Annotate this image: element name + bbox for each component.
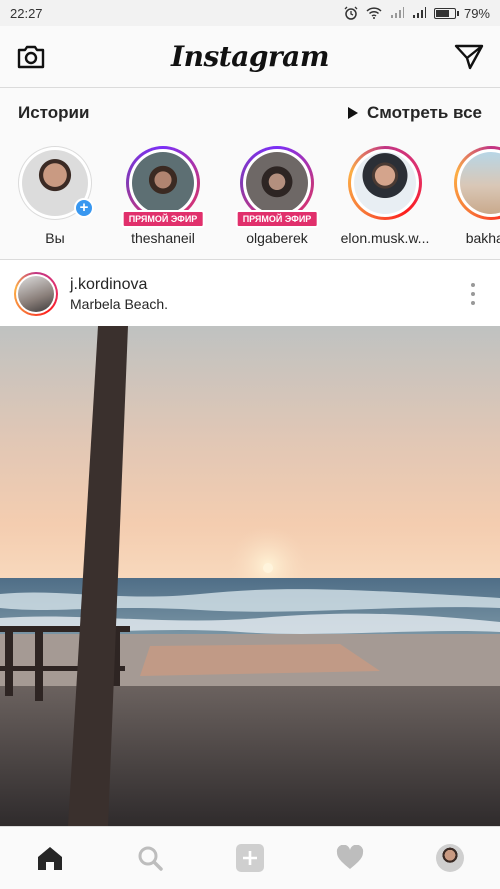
watch-all-button[interactable]: Смотреть все bbox=[347, 103, 482, 123]
signal-icon bbox=[390, 7, 404, 18]
avatar bbox=[246, 152, 308, 214]
battery-percent: 79% bbox=[463, 5, 490, 21]
beach-sunset-image bbox=[0, 326, 500, 826]
story-item-you[interactable]: + Вы bbox=[10, 146, 100, 246]
live-badge: ПРЯМОЙ ЭФИР bbox=[121, 210, 205, 228]
add-story-badge[interactable]: + bbox=[74, 198, 94, 218]
battery-icon bbox=[433, 7, 459, 19]
story-ring bbox=[348, 146, 422, 220]
story-ring: + bbox=[18, 146, 94, 220]
top-bar: Instagram bbox=[0, 26, 500, 88]
direct-message-icon[interactable] bbox=[454, 43, 484, 71]
instagram-logo: Instagram bbox=[171, 40, 329, 73]
stories-header: Истории Смотреть все bbox=[0, 88, 500, 138]
nav-search[interactable] bbox=[125, 833, 175, 883]
home-icon bbox=[38, 847, 62, 870]
story-name: theshaneil bbox=[131, 230, 195, 246]
stories-title: Истории bbox=[18, 103, 90, 122]
story-name: Вы bbox=[45, 230, 65, 246]
bottom-nav bbox=[0, 826, 500, 889]
alarm-icon bbox=[344, 6, 358, 20]
story-name: olgaberek bbox=[246, 230, 308, 246]
profile-avatar bbox=[436, 844, 464, 872]
nav-activity[interactable] bbox=[325, 833, 375, 883]
story-item-olgaberek[interactable]: ПРЯМОЙ ЭФИР olgaberek bbox=[232, 146, 322, 246]
story-ring: ПРЯМОЙ ЭФИР bbox=[121, 146, 205, 228]
avatar bbox=[132, 152, 194, 214]
signal-icon bbox=[412, 7, 426, 18]
post-avatar[interactable] bbox=[14, 271, 58, 316]
watch-all-label: Смотреть все bbox=[367, 103, 482, 122]
nav-add-post[interactable] bbox=[225, 833, 275, 883]
live-badge: ПРЯМОЙ ЭФИР bbox=[235, 210, 319, 228]
avatar bbox=[460, 152, 500, 214]
post-location[interactable]: Marbela Beach. bbox=[70, 296, 168, 312]
activity-heart-icon bbox=[336, 845, 364, 869]
story-item-elon-musk[interactable]: elon.musk.w... bbox=[340, 146, 430, 246]
post-header: j.kordinova Marbela Beach. bbox=[0, 261, 500, 326]
post-username[interactable]: j.kordinova bbox=[70, 276, 168, 294]
avatar bbox=[354, 152, 416, 214]
status-bar: 22:27 79% bbox=[0, 0, 500, 26]
search-icon bbox=[138, 846, 163, 871]
nav-home[interactable] bbox=[25, 833, 75, 883]
story-ring bbox=[454, 146, 500, 220]
camera-icon[interactable] bbox=[16, 44, 46, 70]
story-item-theshaneil[interactable]: ПРЯМОЙ ЭФИР theshaneil bbox=[118, 146, 208, 246]
nav-profile[interactable] bbox=[425, 833, 475, 883]
more-options-icon[interactable] bbox=[470, 283, 476, 305]
play-icon bbox=[348, 107, 359, 119]
story-name: elon.musk.w... bbox=[340, 230, 430, 246]
stories-tray: + Вы ПРЯМОЙ ЭФИР theshaneil ПРЯМОЙ ЭФИР … bbox=[0, 138, 500, 260]
story-item-bakharn[interactable]: bakharn bbox=[446, 146, 500, 246]
status-icons: 79% bbox=[344, 6, 490, 21]
post-meta: j.kordinova Marbela Beach. bbox=[70, 276, 168, 312]
story-ring: ПРЯМОЙ ЭФИР bbox=[235, 146, 319, 228]
post-photo[interactable] bbox=[0, 326, 500, 826]
story-name: bakharn bbox=[465, 230, 500, 246]
wifi-icon bbox=[366, 7, 382, 19]
add-post-icon bbox=[236, 844, 264, 872]
status-time: 22:27 bbox=[10, 5, 43, 21]
